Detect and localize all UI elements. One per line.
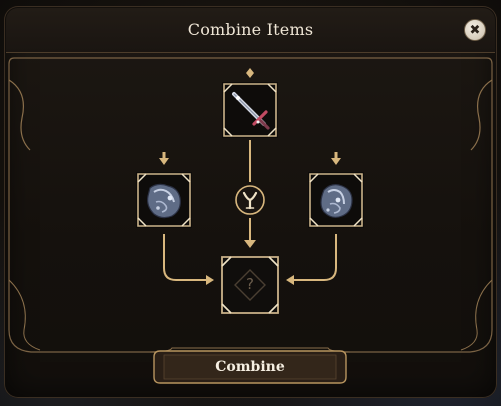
y-rune-icon bbox=[235, 185, 265, 215]
empty-result-placeholder: ? bbox=[246, 275, 254, 293]
ingredient-slot-top[interactable] bbox=[222, 82, 278, 138]
ingredient-slot-right[interactable] bbox=[308, 172, 364, 228]
result-slot[interactable]: ? bbox=[219, 254, 281, 316]
stone-chunk-icon bbox=[320, 184, 353, 218]
combine-button-area: Combine bbox=[150, 345, 350, 387]
combine-button[interactable]: Combine bbox=[162, 351, 338, 383]
sword-icon bbox=[232, 92, 270, 130]
game-screen: Combine Items ✖ ? Combine bbox=[0, 0, 501, 406]
stone-chunk-icon bbox=[147, 183, 181, 219]
ingredient-slot-left[interactable] bbox=[136, 172, 192, 228]
